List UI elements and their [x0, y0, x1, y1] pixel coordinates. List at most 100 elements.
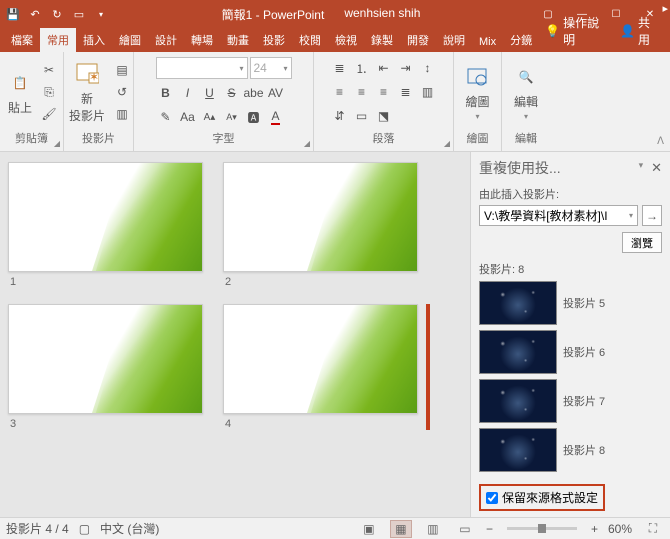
slideshow-view-icon[interactable]: ▭ — [454, 520, 476, 538]
align-left-icon[interactable]: ≡ — [330, 82, 350, 102]
path-combo[interactable]: V:\教學資料[教材素材]\I▾ — [479, 205, 638, 226]
tab-animations[interactable]: 動畫 — [220, 28, 256, 52]
numbering-icon[interactable]: ⒈ — [352, 58, 372, 78]
columns-icon[interactable]: ▥ — [418, 82, 438, 102]
slide-item[interactable]: 2 — [223, 162, 418, 288]
reuse-slides-pane: 重複使用投... ▾ ✕ 由此插入投影片: V:\教學資料[教材素材]\I▾ →… — [470, 152, 670, 517]
indent-inc-icon[interactable]: ⇥ — [396, 58, 416, 78]
slide-position[interactable]: 投影片 4 / 4 — [6, 520, 69, 537]
align-text-icon[interactable]: ▭ — [352, 106, 372, 126]
redo-icon[interactable]: ↻ — [48, 5, 66, 23]
slide-thumbnail[interactable] — [8, 162, 203, 272]
text-direction-icon[interactable]: ⇵ — [330, 106, 350, 126]
collapse-ribbon-icon[interactable]: ᐱ — [657, 136, 664, 147]
indent-dec-icon[interactable]: ⇤ — [374, 58, 394, 78]
slide-thumbnail[interactable] — [223, 162, 418, 272]
keep-source-formatting[interactable]: 保留來源格式設定 — [479, 484, 605, 511]
align-center-icon[interactable]: ≡ — [352, 82, 372, 102]
share-button[interactable]: 👤共用 — [614, 10, 666, 52]
reuse-item[interactable]: 投影片 6 — [479, 330, 662, 374]
tab-recording[interactable]: 錄製 — [364, 28, 400, 52]
slide-sorter[interactable]: 1 2 3 4 — [0, 152, 470, 517]
align-right-icon[interactable]: ≡ — [374, 82, 394, 102]
sorter-view-icon[interactable]: ▦ — [390, 520, 412, 538]
spellcheck-icon[interactable]: ▢ — [79, 522, 90, 536]
keep-source-checkbox[interactable] — [486, 492, 498, 504]
font-size-combo[interactable]: 24▾ — [250, 57, 292, 79]
normal-view-icon[interactable]: ▣ — [358, 520, 380, 538]
zoom-value[interactable]: 60% — [608, 522, 632, 536]
reading-view-icon[interactable]: ▥ — [422, 520, 444, 538]
tab-slideshow[interactable]: 投影 — [256, 28, 292, 52]
tab-view[interactable]: 檢視 — [328, 28, 364, 52]
tab-draw[interactable]: 繪圖 — [112, 28, 148, 52]
undo-icon[interactable]: ↶ — [26, 5, 44, 23]
fit-window-icon[interactable]: ⛶ — [642, 520, 664, 538]
qat-dropdown-icon[interactable]: ▾ — [92, 5, 110, 23]
zoom-out-icon[interactable]: − — [486, 522, 493, 536]
tab-developer[interactable]: 開發 — [400, 28, 436, 52]
start-from-beginning-icon[interactable]: ▭ — [70, 5, 88, 23]
reuse-item[interactable]: 投影片 8 — [479, 428, 662, 472]
clear-format-icon[interactable]: ✎ — [156, 107, 176, 127]
line-spacing-icon[interactable]: ↕ — [418, 58, 438, 78]
slide-thumbnail[interactable] — [8, 304, 203, 414]
drawing-button[interactable]: 繪圖 ▾ — [461, 61, 493, 123]
reuse-item-label: 投影片 5 — [563, 295, 605, 311]
italic-icon[interactable]: I — [178, 83, 198, 103]
slide-item[interactable]: 4 — [223, 304, 418, 430]
section-icon[interactable]: ▥ — [112, 104, 132, 124]
tab-transitions[interactable]: 轉場 — [184, 28, 220, 52]
slide-item[interactable]: 3 — [8, 304, 203, 430]
reuse-item[interactable]: 投影片 7 — [479, 379, 662, 423]
tab-insert[interactable]: 插入 — [76, 28, 112, 52]
bold-icon[interactable]: B — [156, 83, 176, 103]
browse-button[interactable]: 瀏覽 — [622, 232, 662, 253]
go-button[interactable]: → — [642, 205, 662, 226]
bulb-icon: 💡 — [545, 24, 560, 38]
tab-review[interactable]: 校閱 — [292, 28, 328, 52]
tab-storyboarding[interactable]: 分鏡 — [503, 28, 539, 52]
pane-close-icon[interactable]: ✕ — [651, 160, 662, 176]
copy-icon[interactable]: ⎘ — [39, 82, 59, 102]
char-spacing-icon[interactable]: AV — [266, 83, 286, 103]
underline-icon[interactable]: U — [200, 83, 220, 103]
tab-help[interactable]: 說明 — [436, 28, 472, 52]
zoom-in-icon[interactable]: + — [591, 522, 598, 536]
reset-icon[interactable]: ↺ — [112, 82, 132, 102]
tab-file[interactable]: 檔案 — [4, 28, 40, 52]
tab-home[interactable]: 常用 — [40, 28, 76, 52]
format-painter-icon[interactable]: 🖌 — [39, 104, 59, 124]
strikethrough-icon[interactable]: S — [222, 83, 242, 103]
paragraph-launcher-icon[interactable]: ◢ — [444, 139, 450, 148]
cut-icon[interactable]: ✂ — [39, 60, 59, 80]
tab-mix[interactable]: Mix — [472, 32, 503, 52]
paste-button[interactable]: 📋 貼上 — [4, 67, 36, 118]
highlight-icon[interactable]: 🅰 — [244, 107, 264, 127]
pane-menu-icon[interactable]: ▾ — [639, 160, 644, 176]
smartart-icon[interactable]: ⬔ — [374, 106, 394, 126]
grow-font-icon[interactable]: A▴ — [200, 107, 220, 127]
tab-design[interactable]: 設計 — [148, 28, 184, 52]
font-family-combo[interactable]: ▾ — [156, 57, 248, 79]
save-icon[interactable]: 💾 — [4, 5, 22, 23]
new-slide-button[interactable]: ✶ 新 投影片 — [65, 58, 109, 126]
tell-me[interactable]: 💡操作說明 — [539, 10, 614, 52]
slide-item[interactable]: 1 — [8, 162, 203, 288]
zoom-slider[interactable] — [507, 527, 577, 530]
font-launcher-icon[interactable]: ◢ — [304, 139, 310, 148]
tab-scroll-icon[interactable]: ▸ — [662, 2, 668, 15]
language-status[interactable]: 中文 (台灣) — [100, 520, 159, 537]
shadow-icon[interactable]: abe — [244, 83, 264, 103]
layout-icon[interactable]: ▤ — [112, 60, 132, 80]
reuse-item[interactable]: 投影片 5 — [479, 281, 662, 325]
bullets-icon[interactable]: ≣ — [330, 58, 350, 78]
clipboard-launcher-icon[interactable]: ◢ — [54, 139, 60, 148]
slide-thumbnail[interactable] — [223, 304, 418, 414]
shrink-font-icon[interactable]: A▾ — [222, 107, 242, 127]
reuse-list[interactable]: 投影片 5 投影片 6 投影片 7 投影片 8 — [479, 281, 662, 478]
editing-button[interactable]: 🔍 編輯 ▾ — [510, 61, 542, 123]
font-color-icon[interactable]: A — [266, 107, 286, 127]
change-case-icon[interactable]: Aa — [178, 107, 198, 127]
justify-icon[interactable]: ≣ — [396, 82, 416, 102]
